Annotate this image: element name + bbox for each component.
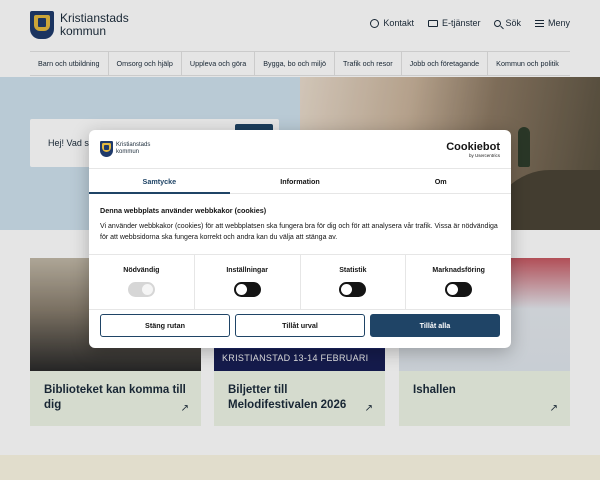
toggle-label: Inställningar (226, 267, 268, 274)
dialog-logo-line-1: Kristianstads (116, 142, 151, 148)
dialog-logo-line-2: kommun (116, 149, 140, 155)
tab-samtycke[interactable]: Samtycke (89, 169, 230, 194)
tab-information[interactable]: Information (230, 169, 371, 193)
toggle-necessary: Nödvändig (89, 255, 195, 309)
allow-all-button[interactable]: Tillåt alla (370, 314, 500, 337)
close-dialog-button[interactable]: Stäng rutan (100, 314, 230, 337)
consent-toggles: Nödvändig Inställningar Statistik Markna… (89, 254, 511, 310)
preferences-switch[interactable] (233, 282, 261, 297)
toggle-label: Nödvändig (123, 267, 160, 274)
coat-of-arms-icon (100, 141, 113, 157)
dialog-buttons: Stäng rutan Tillåt urval Tillåt alla (100, 314, 500, 337)
dialog-body: Denna webbplats använder webbkakor (cook… (100, 206, 500, 243)
allow-selection-button[interactable]: Tillåt urval (235, 314, 365, 337)
toggle-preferences: Inställningar (195, 255, 301, 309)
cookiebot-sub: by Usercentrics (468, 153, 500, 158)
marketing-switch[interactable] (445, 282, 473, 297)
toggle-marketing: Marknadsföring (406, 255, 511, 309)
tab-om[interactable]: Om (370, 169, 511, 193)
toggle-label: Statistik (339, 267, 367, 274)
toggle-label: Marknadsföring (432, 267, 485, 274)
statistics-switch[interactable] (339, 282, 367, 297)
necessary-switch (127, 282, 155, 297)
cookiebot-name: Cookiebot (446, 141, 500, 153)
cookiebot-logo[interactable]: Cookiebot by Usercentrics (446, 141, 500, 158)
dialog-text: Vi använder webbkakor (cookies) för att … (100, 223, 498, 241)
dialog-tabs: Samtycke Information Om (89, 168, 511, 194)
toggle-statistics: Statistik (301, 255, 407, 309)
dialog-heading: Denna webbplats använder webbkakor (cook… (100, 206, 267, 215)
cookie-dialog: Kristianstads kommun Cookiebot by Userce… (89, 130, 511, 348)
dialog-logo: Kristianstads kommun (100, 141, 150, 157)
